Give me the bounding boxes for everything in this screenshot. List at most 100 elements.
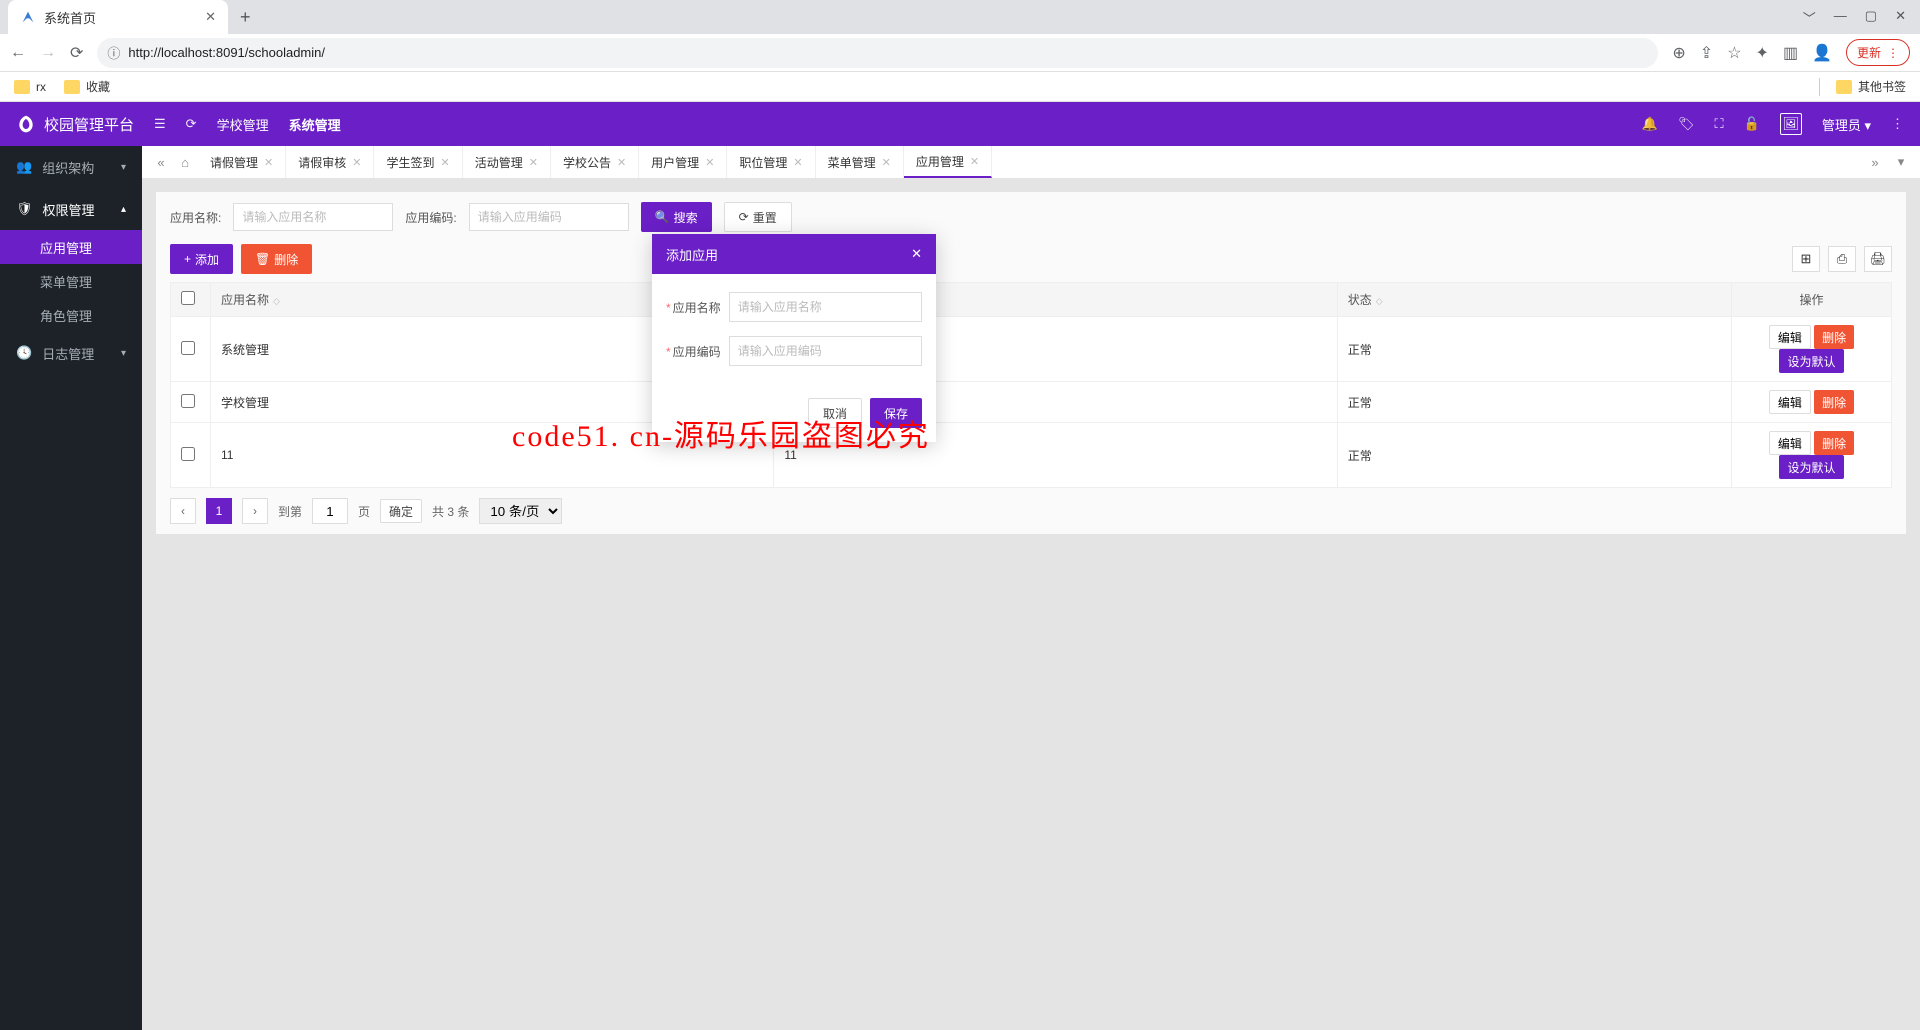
next-page-button[interactable]: ›	[242, 498, 268, 524]
fullscreen-icon[interactable]: ⛶	[1715, 116, 1724, 132]
row-delete-button[interactable]: 删除	[1814, 390, 1854, 414]
close-icon[interactable]: ✕	[970, 155, 979, 168]
reload-icon[interactable]: ⟳	[70, 43, 83, 63]
edit-button[interactable]: 编辑	[1769, 431, 1811, 455]
header-menu-school[interactable]: 学校管理	[217, 115, 269, 134]
refresh-icon[interactable]: ⟳	[186, 116, 197, 132]
export-icon[interactable]: ⎙	[1828, 246, 1856, 272]
row-checkbox[interactable]	[181, 394, 195, 408]
goto-confirm-button[interactable]: 确定	[380, 499, 422, 523]
row-checkbox[interactable]	[181, 341, 195, 355]
page-tab[interactable]: 菜单管理✕	[816, 146, 904, 178]
sort-icon[interactable]: ◇	[273, 296, 280, 306]
avatar[interactable]: 🖼	[1780, 113, 1802, 135]
sidebar-item-log[interactable]: 🕓 日志管理 ▾	[0, 332, 142, 374]
sort-icon[interactable]: ◇	[1376, 296, 1383, 306]
add-button[interactable]: +添加	[170, 244, 233, 274]
collapse-sidebar-icon[interactable]: ☰	[154, 116, 166, 132]
page-tab[interactable]: 学校公告✕	[551, 146, 639, 178]
back-icon[interactable]: ←	[10, 44, 26, 62]
lock-icon[interactable]: 🔓	[1744, 116, 1760, 132]
tabs-next-icon[interactable]: »	[1860, 155, 1890, 170]
forward-icon[interactable]: →	[40, 44, 56, 62]
edit-button[interactable]: 编辑	[1769, 325, 1811, 349]
select-all-checkbox[interactable]	[181, 291, 195, 305]
folder-icon	[14, 80, 30, 94]
cancel-button[interactable]: 取消	[808, 398, 862, 428]
bell-icon[interactable]: 🔔	[1642, 116, 1658, 132]
goto-page-input[interactable]	[312, 498, 348, 524]
table-row: 学校管理 systool 正常 编辑 删除	[171, 382, 1892, 423]
delete-button[interactable]: 🗑删除	[241, 244, 312, 274]
extensions-icon[interactable]: ✦	[1756, 43, 1769, 63]
prev-page-button[interactable]: ‹	[170, 498, 196, 524]
share-icon[interactable]: ⇪	[1700, 43, 1713, 63]
close-icon[interactable]: ✕	[705, 156, 714, 169]
input-app-code[interactable]	[469, 203, 629, 231]
bookmark-other[interactable]: 其他书签	[1819, 78, 1906, 96]
update-button[interactable]: 更新⋮	[1846, 39, 1910, 66]
tabs-prev-icon[interactable]: «	[150, 155, 172, 170]
close-icon[interactable]: ✕	[793, 156, 802, 169]
page-number[interactable]: 1	[206, 498, 232, 524]
page-tab[interactable]: 用户管理✕	[639, 146, 727, 178]
sidebar-item-perm[interactable]: 🛡 权限管理 ▴	[0, 188, 142, 230]
tag-icon[interactable]: 🏷	[1678, 116, 1695, 132]
browser-tab[interactable]: 系统首页 ✕	[8, 0, 228, 34]
form-input-code[interactable]	[729, 336, 922, 366]
close-icon[interactable]: ✕	[882, 156, 891, 169]
row-delete-button[interactable]: 删除	[1814, 325, 1854, 349]
pager-to-label: 到第	[278, 503, 302, 520]
minimize-icon[interactable]: —	[1834, 8, 1847, 27]
tab-label: 职位管理	[739, 154, 787, 171]
print-icon[interactable]: 🖨	[1864, 246, 1892, 272]
page-tab[interactable]: 学生签到✕	[374, 146, 462, 178]
form-input-name[interactable]	[729, 292, 922, 322]
sidebar-sub-menu[interactable]: 菜单管理	[0, 264, 142, 298]
sidepanel-icon[interactable]: ▥	[1783, 43, 1798, 63]
profile-icon[interactable]: 👤	[1812, 43, 1832, 63]
set-default-button[interactable]: 设为默认	[1779, 455, 1843, 479]
page-tab[interactable]: 请假审核✕	[286, 146, 374, 178]
bookmark-fav[interactable]: 收藏	[64, 78, 110, 95]
more-icon[interactable]: ⋮	[1891, 116, 1904, 132]
close-icon[interactable]: ✕	[529, 156, 538, 169]
close-window-icon[interactable]: ✕	[1895, 8, 1906, 27]
close-icon[interactable]: ✕	[911, 246, 922, 262]
close-icon[interactable]: ✕	[352, 156, 361, 169]
page-tab[interactable]: 职位管理 ✕	[727, 146, 815, 178]
row-delete-button[interactable]: 删除	[1814, 431, 1854, 455]
chevron-down-icon[interactable]: ﹀	[1803, 8, 1816, 27]
tabs-menu-icon[interactable]: ▾	[1890, 154, 1912, 170]
close-icon[interactable]: ✕	[264, 156, 273, 169]
sidebar-item-org[interactable]: 👥 组织架构 ▾	[0, 146, 142, 188]
main-panel: 应用名称: 应用编码: 🔍搜索 ⟳重置 +添加 🗑删除 ⊞ ⎙ 🖨	[156, 192, 1906, 534]
home-icon[interactable]: ⌂	[172, 155, 198, 170]
row-checkbox[interactable]	[181, 447, 195, 461]
page-size-select[interactable]: 10 条/页	[479, 498, 562, 524]
app-logo[interactable]: 校园管理平台	[16, 114, 134, 135]
save-button[interactable]: 保存	[870, 398, 922, 428]
search-button[interactable]: 🔍搜索	[641, 202, 712, 232]
page-tab[interactable]: 活动管理✕	[463, 146, 551, 178]
sidebar-sub-app[interactable]: 应用管理	[0, 230, 142, 264]
header-menu-system[interactable]: 系统管理	[289, 115, 341, 134]
star-icon[interactable]: ☆	[1727, 43, 1741, 63]
reset-button[interactable]: ⟳重置	[724, 202, 792, 232]
sidebar-sub-role[interactable]: 角色管理	[0, 298, 142, 332]
set-default-button[interactable]: 设为默认	[1779, 349, 1843, 373]
edit-button[interactable]: 编辑	[1769, 390, 1811, 414]
input-app-name[interactable]	[233, 203, 393, 231]
grid-view-icon[interactable]: ⊞	[1792, 246, 1820, 272]
bookmark-rx[interactable]: rx	[14, 80, 46, 94]
zoom-icon[interactable]: ⊕	[1672, 43, 1685, 63]
username[interactable]: 管理员 ▾	[1822, 115, 1871, 134]
close-icon[interactable]: ✕	[617, 156, 626, 169]
page-tab[interactable]: 应用管理✕	[904, 146, 992, 178]
address-bar[interactable]: ⓘ http://localhost:8091/schooladmin/	[97, 38, 1658, 68]
new-tab-button[interactable]: +	[240, 7, 251, 28]
close-icon[interactable]: ✕	[205, 9, 216, 25]
page-tab[interactable]: 请假管理✕	[198, 146, 286, 178]
maximize-icon[interactable]: ▢	[1865, 8, 1877, 27]
close-icon[interactable]: ✕	[440, 156, 449, 169]
